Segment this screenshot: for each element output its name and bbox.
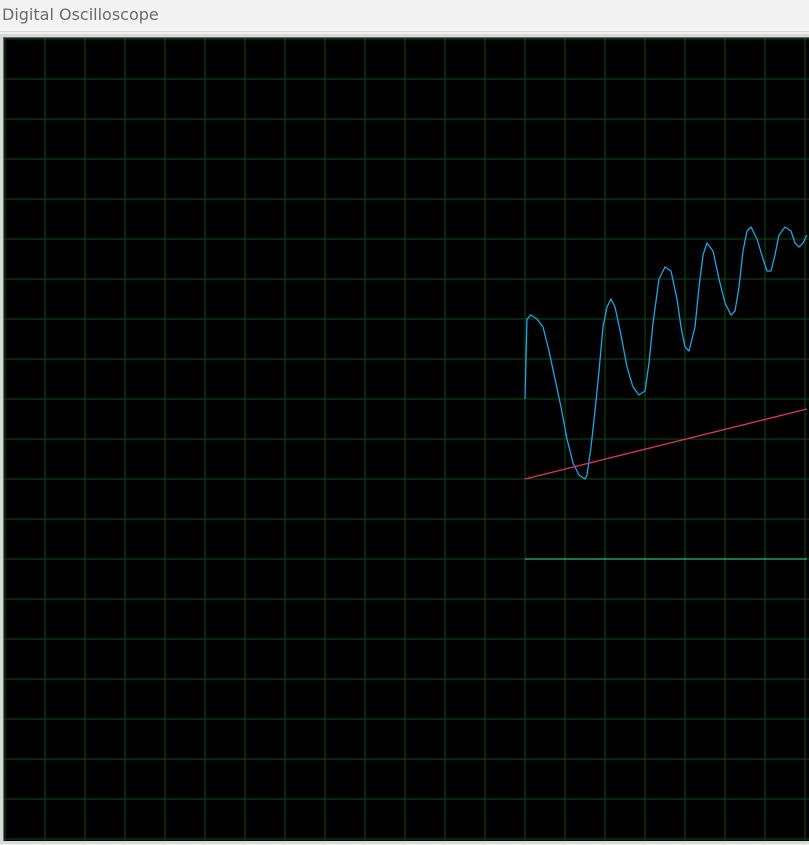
window-title: Digital Oscilloscope [2, 5, 159, 24]
grid [4, 38, 809, 841]
oscilloscope-plot [4, 38, 809, 841]
title-bar: Digital Oscilloscope [0, 0, 809, 32]
scope-frame [0, 34, 809, 844]
scope-display[interactable] [3, 37, 809, 841]
